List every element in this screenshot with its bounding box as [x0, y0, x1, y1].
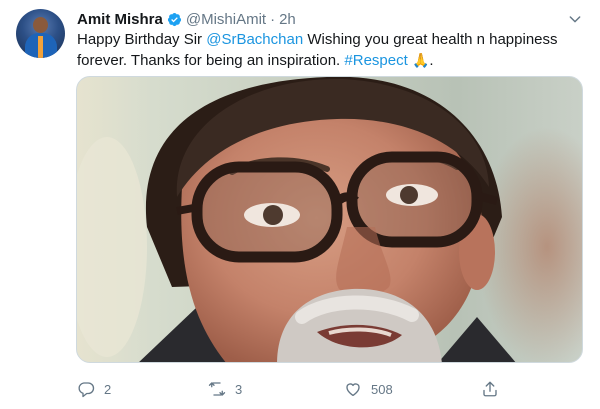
retweet-button[interactable]: 3 — [208, 376, 242, 402]
share-icon — [483, 381, 497, 397]
tweet-text-part: Happy Birthday Sir — [77, 31, 207, 48]
reply-count: 2 — [104, 381, 112, 397]
tweet-text: Happy Birthday Sir @SrBachchan Wishing y… — [77, 29, 577, 71]
more-options-button[interactable] — [566, 10, 584, 28]
tweet-actions: 2 3 508 — [0, 376, 600, 402]
avatar-figure-head — [33, 17, 48, 33]
tweet-text-part: forever. Thanks for being an inspiration… — [77, 52, 345, 69]
avatar-figure-stripe — [38, 36, 43, 58]
tweet-text-part: Wishing you great health n happiness — [303, 31, 558, 48]
tweet-header: Amit Mishra @MishiAmit · 2h — [77, 9, 296, 29]
verified-badge-icon — [167, 12, 181, 26]
like-count: 508 — [371, 381, 393, 397]
share-button[interactable] — [481, 376, 499, 402]
header-separator: · — [270, 10, 276, 28]
folded-hands-emoji: 🙏 — [411, 52, 430, 68]
portrait-photo — [77, 77, 582, 362]
reply-icon — [78, 382, 95, 398]
like-button[interactable]: 508 — [344, 376, 393, 402]
chevron-down-icon — [569, 16, 581, 23]
retweet-icon — [208, 382, 226, 396]
tweet-text-part: . — [429, 52, 434, 69]
heart-icon — [346, 383, 360, 397]
avatar[interactable] — [16, 9, 65, 58]
author-handle[interactable]: @MishiAmit — [186, 11, 266, 28]
author-name[interactable]: Amit Mishra — [77, 11, 163, 28]
tweet-timestamp[interactable]: 2h — [279, 11, 296, 28]
reply-button[interactable]: 2 — [77, 376, 111, 402]
retweet-count: 3 — [235, 381, 243, 397]
mention-link[interactable]: @SrBachchan — [206, 31, 303, 48]
tweet-card[interactable]: Amit Mishra @MishiAmit · 2h Happy Birthd… — [0, 0, 600, 409]
tweet-media-photo[interactable] — [76, 76, 583, 363]
hashtag-link[interactable]: #Respect — [344, 52, 407, 69]
